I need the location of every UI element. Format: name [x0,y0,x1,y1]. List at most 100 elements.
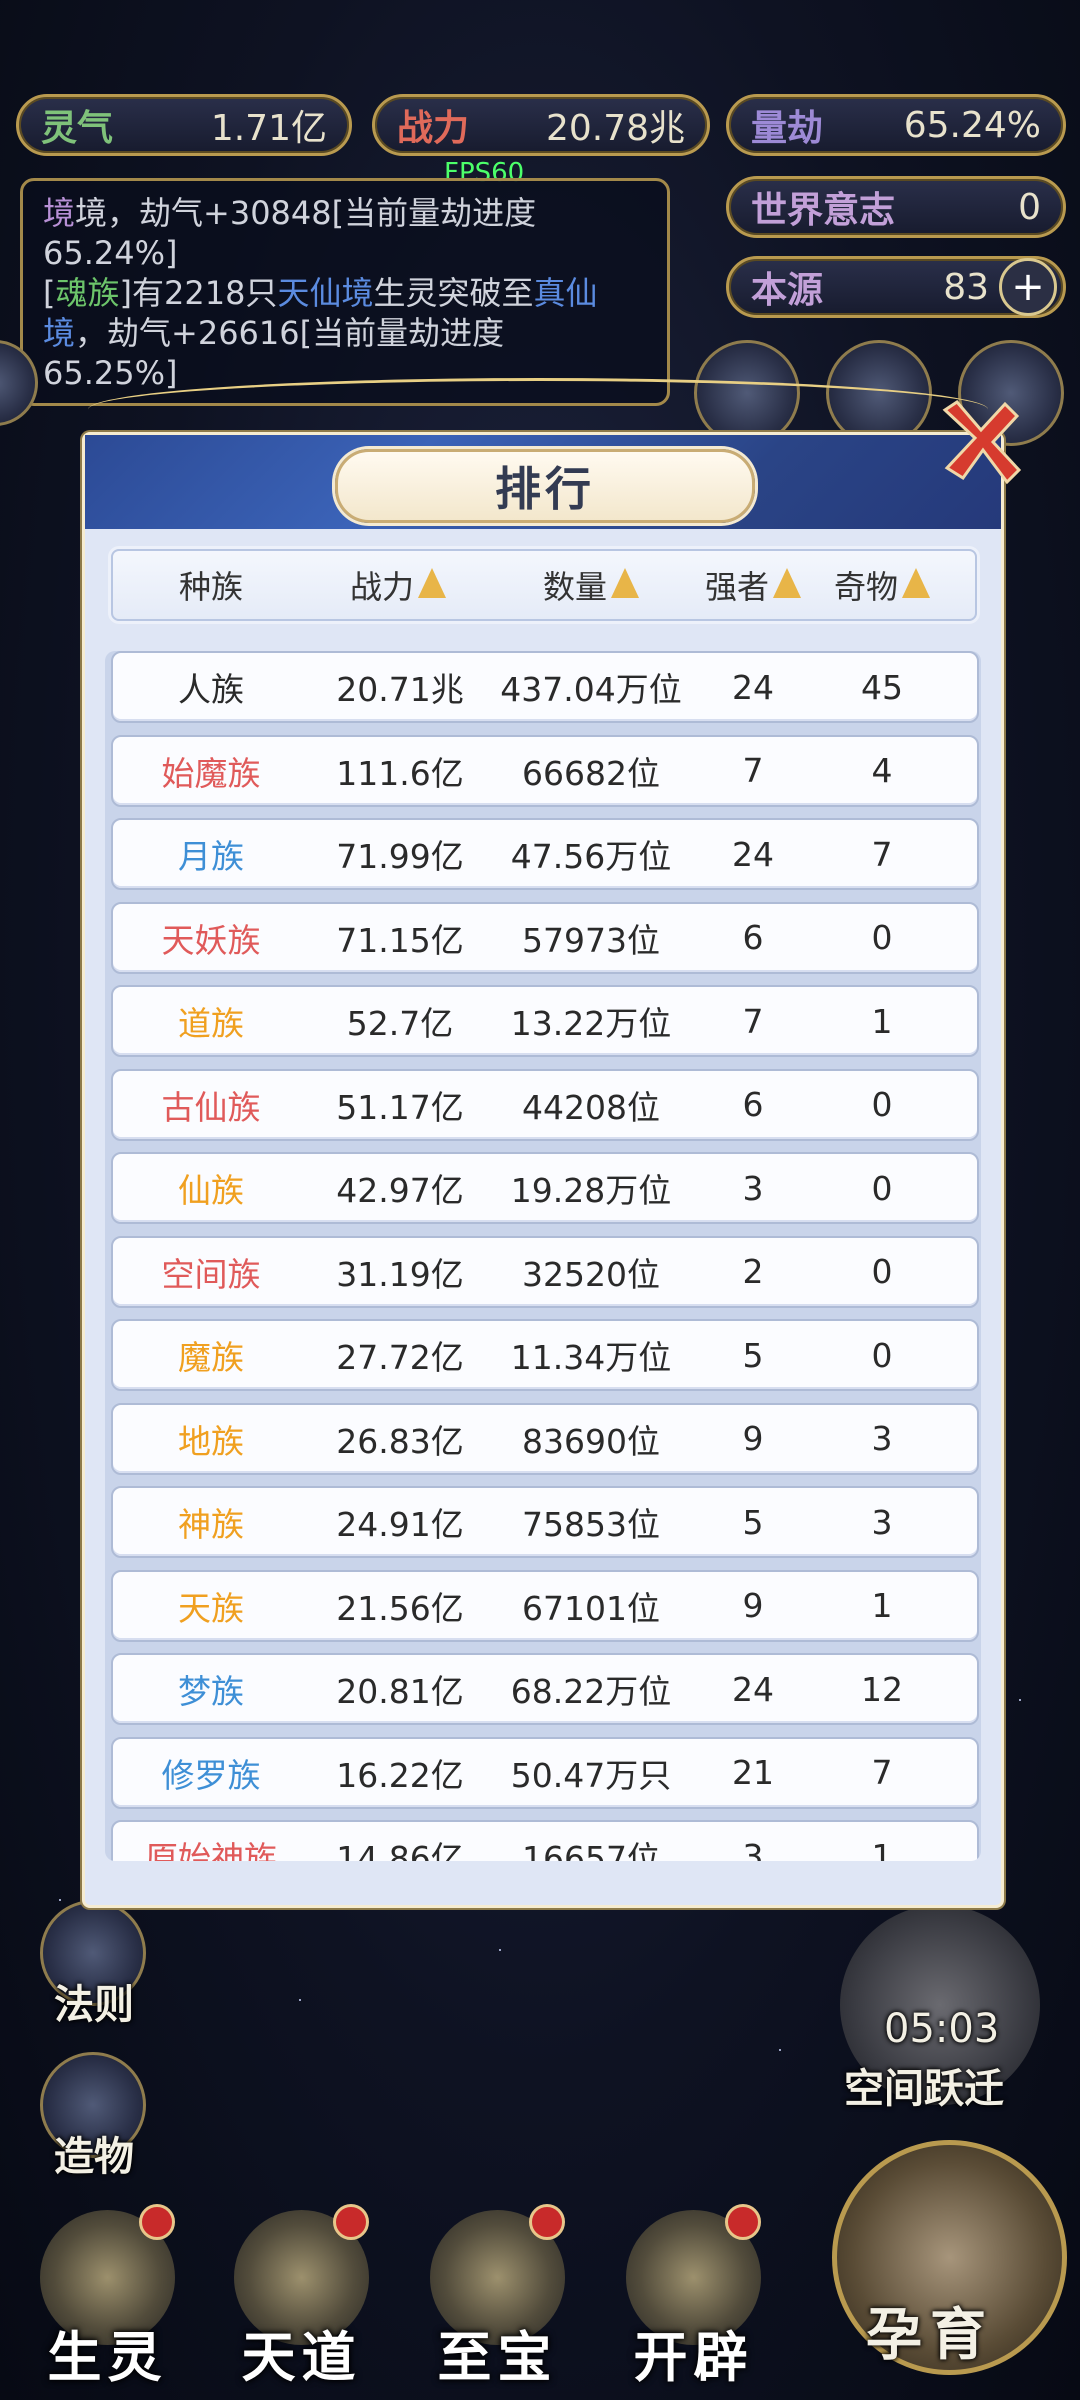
liangjie-stat[interactable]: 量劫 65.24% [726,94,1066,156]
power-value: 31.19亿 [336,1254,464,1294]
power-value: 20.81亿 [336,1672,464,1711]
ranking-row[interactable]: 道族 52.7亿 13.22万位 7 1 [111,985,979,1057]
strong-value: 3 [742,1836,764,1862]
col-count-sort[interactable]: 数量 [493,551,689,619]
col-items-sort[interactable]: 奇物 [815,551,949,619]
power-value: 71.15亿 [336,920,464,960]
sort-arrow-icon[interactable] [611,568,639,598]
world-will-label: 世界意志 [751,189,896,231]
nav-kaipi[interactable]: 开辟 [606,2200,781,2400]
close-icon[interactable] [935,398,1025,488]
lingqi-stat[interactable]: 灵气 1.71亿 [16,94,352,156]
count-value: 66682位 [522,753,660,793]
col-strong-sort[interactable]: 强者 [691,551,815,619]
col-power-label: 战力 [349,568,414,606]
sort-arrow-icon[interactable] [418,568,446,598]
log-line4: ，劫气+26616[当前量劫进度 [75,314,505,352]
count-value: 32520位 [522,1254,660,1294]
nav-kaipi-label: 开辟 [633,2325,754,2389]
items-value: 1 [871,1836,893,1862]
sort-arrow-icon[interactable] [902,568,930,598]
log-line2: 65.24%] [43,234,178,272]
items-value: 7 [871,1753,893,1792]
col-count-label: 数量 [542,568,607,606]
ranking-row[interactable]: 人族 20.71兆 437.04万位 24 45 [111,651,979,723]
nav-shengling[interactable]: 生灵 [20,2200,195,2400]
nav-tiandao-label: 天道 [241,2325,362,2389]
items-value: 7 [871,834,893,874]
race-name: 道族 [178,1004,244,1043]
log-text2: 生灵突破至 [373,274,534,312]
ranking-row[interactable]: 魔族 27.72亿 11.34万位 5 0 [111,1319,979,1391]
strong-value: 5 [742,1335,764,1375]
law-label[interactable]: 法则 [54,1972,134,2030]
race-name: 月族 [178,837,244,876]
count-value: 437.04万位 [500,670,682,709]
race-name: 魔族 [178,1338,244,1377]
log-bracket: [ [43,274,56,312]
nav-tiandao[interactable]: 天道 [214,2200,389,2400]
sort-arrow-icon[interactable] [773,568,801,598]
items-value: 12 [861,1669,903,1709]
race-name: 人族 [178,670,244,709]
creation-label[interactable]: 造物 [54,2124,134,2182]
items-value: 4 [871,751,893,790]
race-name: 天妖族 [161,920,261,960]
power-value: 51.17亿 [336,1087,464,1127]
nav-zhibao[interactable]: 至宝 [410,2200,585,2400]
log-text: ]有2218只 [119,274,278,312]
power-value: 42.97亿 [336,1171,464,1210]
zhanli-stat[interactable]: 战力 20.78兆 [372,94,710,156]
nav-shengling-label: 生灵 [47,2325,168,2389]
col-items-label: 奇物 [833,568,898,606]
count-value: 67101位 [522,1588,660,1628]
strong-value: 6 [742,1085,764,1124]
ranking-row[interactable]: 空间族 31.19亿 32520位 2 0 [111,1235,979,1308]
col-power-sort[interactable]: 战力 [309,551,487,619]
ranking-row[interactable]: 天妖族 71.15亿 57973位 6 0 [111,901,979,974]
items-value: 0 [871,1085,893,1124]
count-value: 44208位 [522,1087,660,1127]
ranking-row[interactable]: 地族 26.83亿 83690位 9 3 [111,1402,979,1475]
ranking-row[interactable]: 月族 71.99亿 47.56万位 24 7 [111,818,979,890]
race-name: 地族 [178,1421,244,1461]
items-value: 1 [871,1586,893,1625]
strong-value: 6 [742,918,764,957]
space-jump-label[interactable]: 空间跃迁 [844,2056,1004,2114]
log-race: 魂族 [55,274,120,312]
add-benyuan-button[interactable]: + [999,258,1057,316]
race-name: 空间族 [161,1254,261,1294]
ranking-row[interactable]: 古仙族 51.17亿 44208位 6 0 [111,1068,979,1141]
nav-zhibao-label: 至宝 [437,2325,558,2389]
race-name: 修罗族 [161,1755,261,1795]
yunyu-label: 孕育 [866,2302,994,2368]
count-value: 11.34万位 [510,1338,672,1377]
count-value: 75853位 [522,1505,660,1544]
ranking-row[interactable]: 始魔族 111.6亿 66682位 7 4 [111,734,979,807]
ranking-row[interactable]: 原始神族 14.86亿 16657位 3 1 [111,1820,979,1861]
items-value: 0 [871,1168,893,1208]
items-value: 0 [871,1335,893,1375]
log-target2: 境 [43,314,76,352]
ranking-row[interactable]: 仙族 42.97亿 19.28万位 3 0 [111,1152,979,1224]
ranking-row[interactable]: 神族 24.91亿 75853位 5 3 [111,1486,979,1558]
strong-value: 24 [732,834,774,874]
world-will-stat[interactable]: 世界意志 0 [726,176,1066,238]
notification-dot [139,2204,175,2240]
ranking-row[interactable]: 梦族 20.81亿 68.22万位 24 12 [111,1653,979,1725]
benyuan-value: 83 [943,266,989,308]
ranking-row[interactable]: 修罗族 16.22亿 50.47万只 21 7 [111,1736,979,1809]
race-name: 始魔族 [161,753,261,793]
ranking-row[interactable]: 天族 21.56亿 67101位 9 1 [111,1569,979,1642]
count-value: 50.47万只 [510,1755,672,1795]
notification-dot [333,2204,369,2240]
zhanli-label: 战力 [397,107,470,149]
log-line1: 境，劫气+30848[当前量劫进度 [75,194,537,232]
race-name: 古仙族 [161,1087,261,1127]
log-line1-realm: 境 [43,194,76,232]
items-value: 3 [871,1502,893,1542]
power-value: 111.6亿 [336,753,464,793]
benyuan-stat[interactable]: 本源 83 + [726,256,1066,318]
liangjie-value: 65.24% [903,104,1041,146]
ranking-list[interactable]: 人族 20.71兆 437.04万位 24 45 始魔族 111.6亿 66682位 7 4 月族 7… [105,651,981,1861]
